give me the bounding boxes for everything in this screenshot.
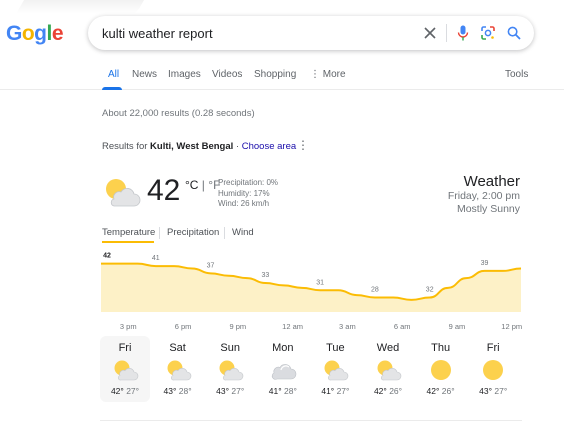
- forecast-day[interactable]: Wed 42° 26°: [363, 336, 413, 402]
- forecast-day[interactable]: Thu 42° 26°: [416, 336, 466, 402]
- day-name: Wed: [376, 342, 400, 354]
- low-temp: 28°: [283, 386, 297, 396]
- sunny-icon: [468, 359, 518, 381]
- low-temp: 28°: [178, 386, 192, 396]
- day-temperatures: 41° 27°: [310, 386, 360, 396]
- day-name: Thu: [431, 342, 451, 354]
- day-name: Fri: [118, 342, 132, 354]
- high-temp: 43°: [479, 386, 492, 396]
- temperature-label: 33: [261, 272, 269, 279]
- high-temp: 43°: [216, 386, 229, 396]
- day-name: Sat: [169, 342, 186, 354]
- high-temp: 41°: [321, 386, 335, 396]
- high-temp: 42°: [373, 386, 387, 396]
- temperature-label: 31: [316, 279, 324, 286]
- forecast-day[interactable]: Tue 41° 27°: [310, 336, 360, 402]
- partly-cloudy-icon: [310, 359, 360, 381]
- temperature-area: [101, 263, 521, 312]
- day-temperatures: 43° 27°: [205, 386, 255, 396]
- low-temp: 26°: [441, 386, 455, 396]
- time-tick-label: 6 pm: [175, 322, 192, 331]
- low-temp: 27°: [126, 386, 140, 396]
- low-temp: 27°: [494, 386, 508, 396]
- forecast-day[interactable]: Mon 41° 28°: [258, 336, 308, 402]
- time-tick-label: 6 am: [394, 322, 411, 331]
- time-tick-label: 12 pm: [501, 322, 522, 331]
- temperature-label: 41: [152, 255, 160, 262]
- temperature-label: 42: [103, 253, 111, 260]
- day-temperatures: 42° 26°: [363, 386, 413, 396]
- day-name: Tue: [326, 342, 345, 354]
- forecast-day[interactable]: Sun 43° 27°: [205, 336, 255, 402]
- day-name: Mon: [272, 342, 294, 354]
- high-temp: 42°: [110, 386, 124, 396]
- time-tick-label: 3 pm: [120, 322, 137, 331]
- temperature-label: 28: [371, 287, 379, 294]
- low-temp: 27°: [231, 386, 245, 396]
- partly-cloudy-icon: [153, 359, 203, 381]
- day-name: Sun: [220, 342, 240, 354]
- forecast-day[interactable]: Fri 43° 27°: [468, 336, 518, 402]
- day-temperatures: 41° 28°: [258, 386, 308, 396]
- forecast-day[interactable]: Fri 42° 27°: [100, 336, 150, 402]
- forecast-day[interactable]: Sat 43° 28°: [153, 336, 203, 402]
- partly-cloudy-icon: [363, 359, 413, 381]
- temperature-label: 32: [426, 287, 434, 294]
- temperature-label: 39: [481, 260, 489, 267]
- high-temp: 42°: [426, 386, 440, 396]
- partly-cloudy-icon: [100, 359, 150, 381]
- day-temperatures: 43° 28°: [153, 386, 203, 396]
- day-name: Fri: [486, 342, 500, 354]
- time-tick-label: 12 am: [282, 322, 303, 331]
- low-temp: 26°: [389, 386, 403, 396]
- divider: [100, 420, 522, 421]
- time-tick-label: 9 pm: [229, 322, 246, 331]
- daily-forecast: Fri 42° 27° Sat 43° 28° Sun 43° 27° Mon 41° 28°…: [100, 336, 522, 402]
- day-temperatures: 42° 27°: [100, 386, 150, 396]
- temperature-label: 37: [207, 262, 215, 269]
- sunny-icon: [416, 359, 466, 381]
- high-temp: 43°: [163, 386, 177, 396]
- time-tick-label: 9 am: [449, 322, 466, 331]
- low-temp: 27°: [336, 386, 350, 396]
- day-temperatures: 43° 27°: [468, 386, 518, 396]
- day-temperatures: 42° 26°: [416, 386, 466, 396]
- cloudy-icon: [258, 359, 308, 381]
- high-temp: 41°: [268, 386, 282, 396]
- time-tick-label: 3 am: [339, 322, 356, 331]
- partly-cloudy-icon: [205, 359, 255, 381]
